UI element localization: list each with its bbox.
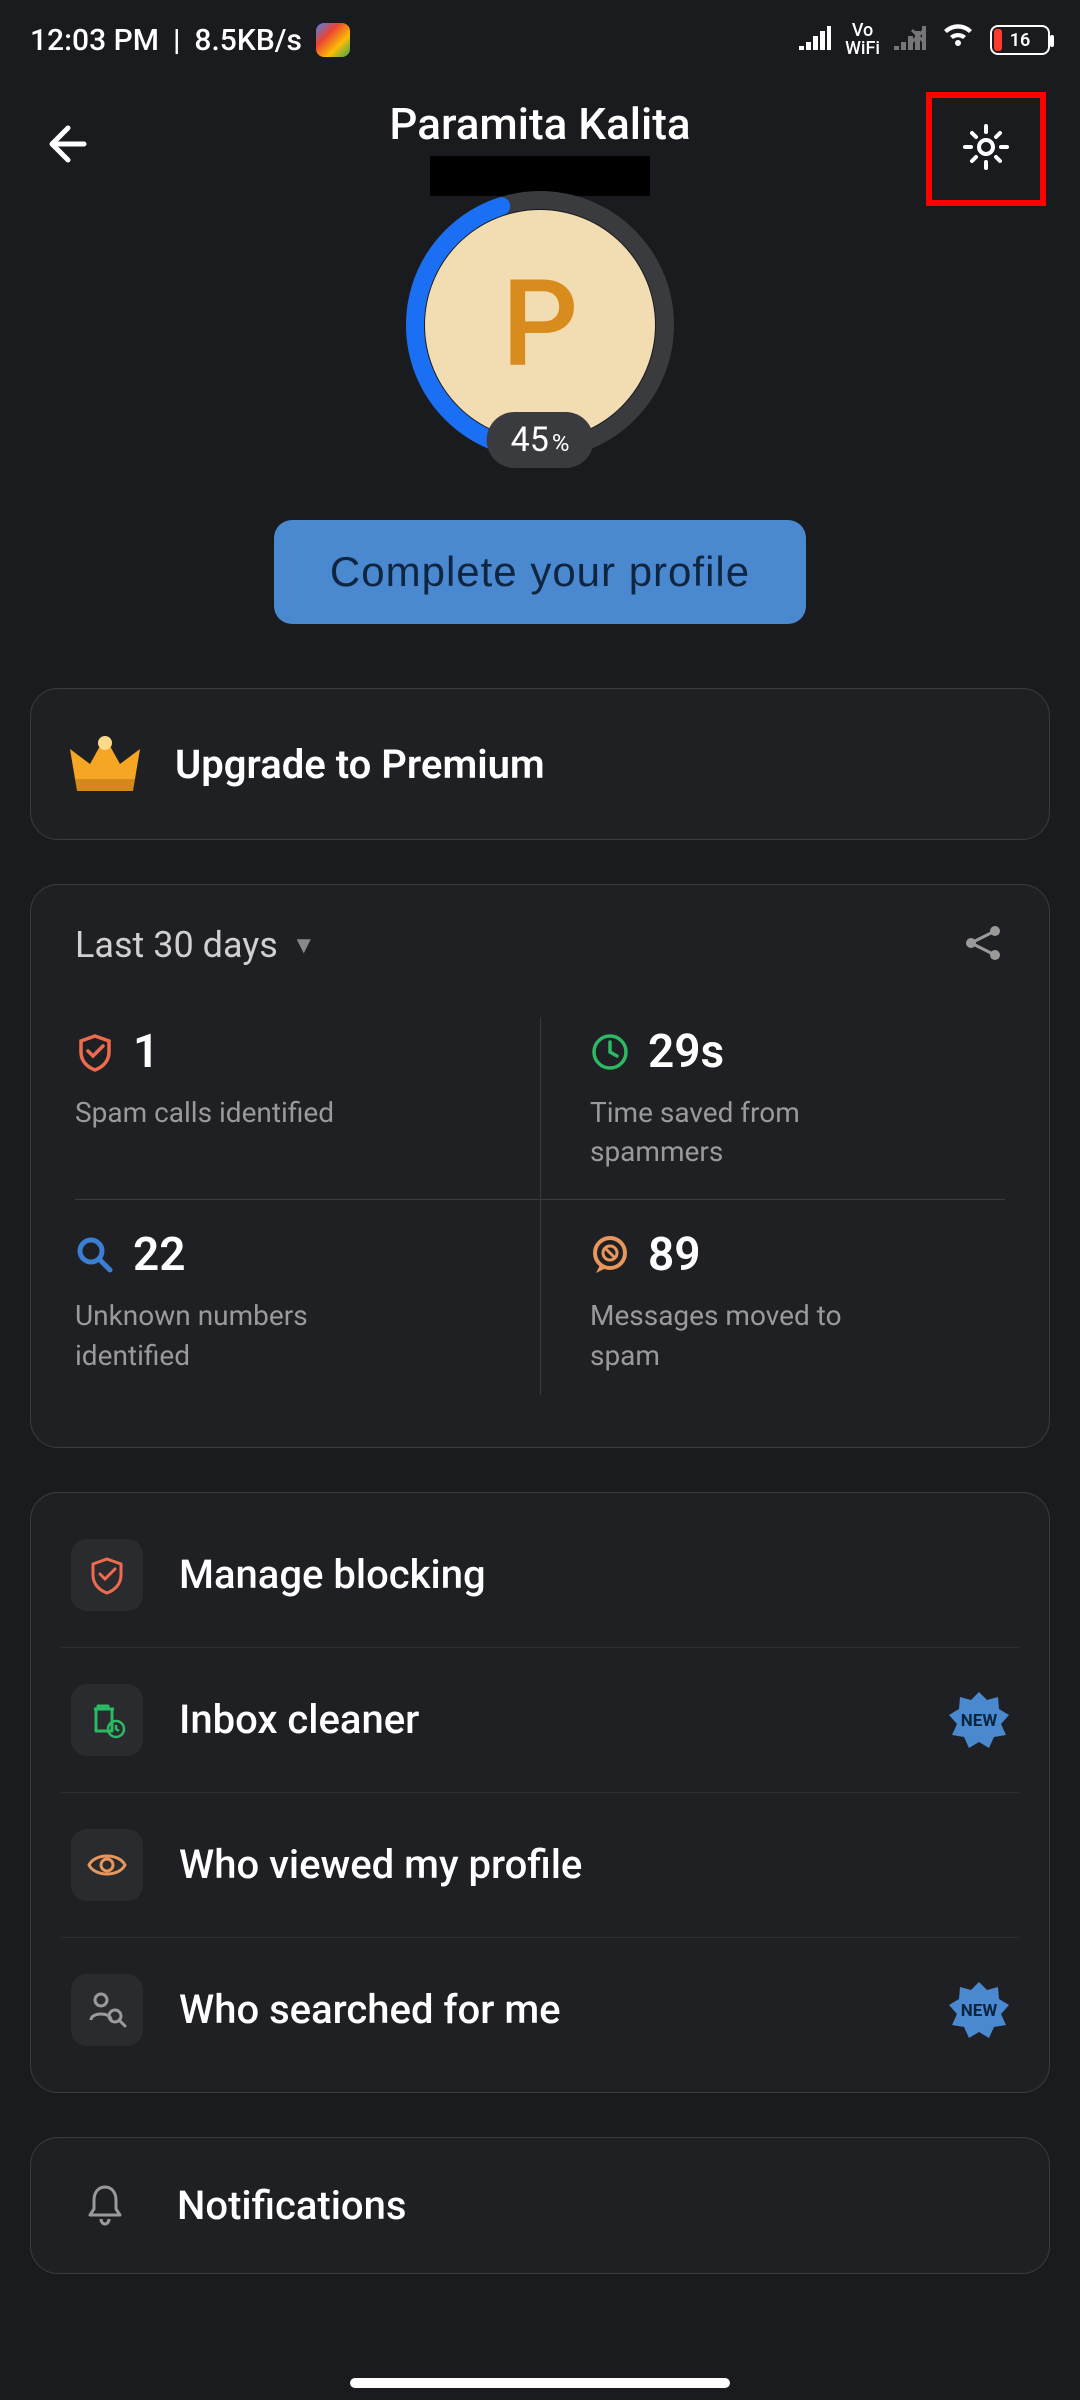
vowifi-indicator: Vo WiFi [845,22,880,58]
menu-card: Manage blocking Inbox cleaner NEW Who vi… [30,1492,1050,2093]
avatar-section: P 45 % [30,190,1050,460]
eye-icon [71,1829,143,1901]
new-badge: NEW [949,1980,1009,2040]
period-selector[interactable]: Last 30 days ▼ [75,924,316,966]
status-data-rate: 8.5KB/s [194,23,301,58]
progress-value: 45 [511,420,549,460]
stat-time-saved: 29s Time saved from spammers [540,1009,1005,1199]
status-left: 12:03 PM | 8.5KB/s [30,23,350,58]
settings-button[interactable] [926,92,1046,206]
app-background-icon [316,23,350,57]
stat-label-0: Spam calls identified [75,1093,335,1132]
profile-name: Paramita Kalita [30,98,1050,150]
share-button[interactable] [961,921,1005,969]
progress-suffix: % [552,429,570,457]
cellular-signal-2-icon [894,23,926,58]
vowifi-bottom: WiFi [845,40,880,58]
spam-message-icon [590,1235,630,1275]
stat-value-2: 22 [133,1228,186,1282]
upgrade-premium-card[interactable]: Upgrade to Premium [30,688,1050,840]
svg-text:NEW: NEW [961,2001,998,2021]
avatar-initial: P [502,255,579,395]
menu-notifications[interactable]: Notifications [71,2162,1009,2249]
stat-label-1: Time saved from spammers [590,1093,850,1171]
shield-icon [71,1539,143,1611]
menu-label-0: Manage blocking [179,1551,1009,1598]
status-bar: 12:03 PM | 8.5KB/s Vo WiFi 16 [0,0,1080,80]
stat-spam-calls: 1 Spam calls identified [75,1009,540,1199]
stat-label-2: Unknown numbers identified [75,1296,335,1374]
complete-profile-button[interactable]: Complete your profile [274,520,806,624]
premium-label: Upgrade to Premium [175,741,545,788]
back-button[interactable] [40,120,88,172]
clock-icon [590,1032,630,1072]
cellular-signal-icon [799,23,831,58]
stat-label-3: Messages moved to spam [590,1296,850,1374]
stat-value-1: 29s [648,1025,724,1079]
bell-icon [81,2183,129,2227]
profile-completion-badge: 45 % [487,412,594,468]
menu-inbox-cleaner[interactable]: Inbox cleaner NEW [61,1648,1019,1793]
battery-percent: 16 [992,30,1048,51]
shield-check-icon [75,1032,115,1072]
period-label: Last 30 days [75,924,278,966]
home-indicator[interactable] [350,2378,730,2388]
header: Paramita Kalita P 45 % Complete your pro… [0,80,1080,644]
new-badge: NEW [949,1690,1009,1750]
menu-who-searched[interactable]: Who searched for me NEW [61,1938,1019,2082]
trash-clock-icon [71,1684,143,1756]
menu-label-3: Who searched for me [179,1986,913,2033]
avatar: P [425,210,655,440]
notifications-card: Notifications [30,2137,1050,2274]
chevron-down-icon: ▼ [292,931,316,960]
person-search-icon [71,1974,143,2046]
notifications-label: Notifications [177,2182,999,2229]
status-time: 12:03 PM [30,23,159,58]
search-icon [75,1235,115,1275]
stat-messages-spam: 89 Messages moved to spam [540,1200,1005,1402]
menu-manage-blocking[interactable]: Manage blocking [61,1503,1019,1648]
stat-unknown-numbers: 22 Unknown numbers identified [75,1200,540,1402]
svg-text:NEW: NEW [961,1711,998,1731]
battery-icon: 16 [990,25,1050,55]
status-right: Vo WiFi 16 [799,22,1050,58]
menu-label-1: Inbox cleaner [179,1696,913,1743]
crown-icon [65,729,145,799]
avatar-progress-ring[interactable]: P 45 % [405,190,675,460]
stat-value-0: 1 [133,1025,159,1079]
gear-icon [961,122,1011,176]
stats-card: Last 30 days ▼ 1 Spam calls identified 2… [30,884,1050,1448]
wifi-icon [940,22,976,58]
menu-label-2: Who viewed my profile [179,1841,1009,1888]
menu-who-viewed[interactable]: Who viewed my profile [61,1793,1019,1938]
status-separator: | [173,23,180,58]
stat-value-3: 89 [648,1228,701,1282]
